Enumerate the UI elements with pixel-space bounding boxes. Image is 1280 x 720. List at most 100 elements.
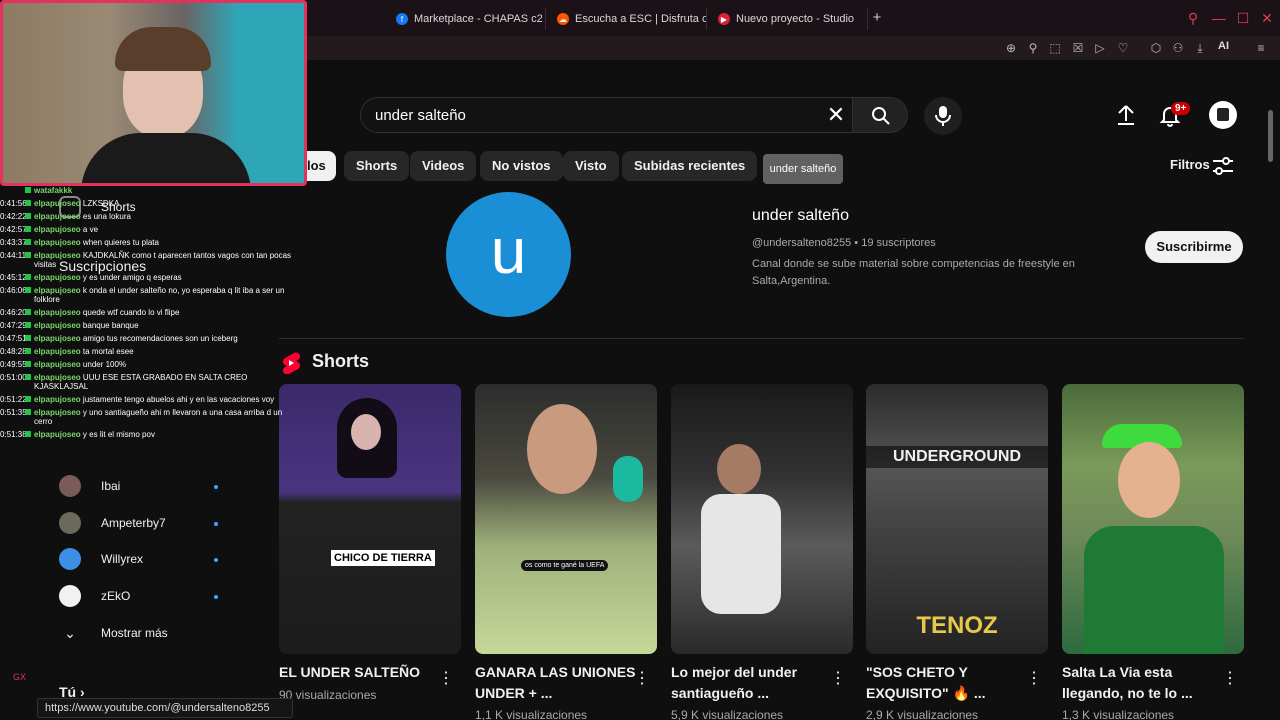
chat-text: justamente tengo abuelos ahi y en las va… xyxy=(82,395,275,404)
chat-username[interactable]: elpapujoseo xyxy=(34,360,81,369)
chat-username[interactable]: elpapujoseo xyxy=(34,395,81,404)
chat-username[interactable]: elpapujoseo xyxy=(34,373,81,382)
new-content-dot xyxy=(214,595,218,599)
zoom-icon[interactable]: ⊕ xyxy=(1003,40,1019,56)
tab-marketplace[interactable]: f Marketplace - CHAPAS c2 xyxy=(388,8,546,30)
short-title-2[interactable]: GANARA LAS UNIONES UNDER + ... xyxy=(475,662,640,704)
chat-username[interactable]: elpapujoseo xyxy=(34,225,81,234)
filters-button[interactable]: Filtros xyxy=(1170,157,1210,172)
chip-shorts[interactable]: Shorts xyxy=(344,151,410,181)
chat-username[interactable]: elpapujoseo xyxy=(34,273,81,282)
chat-body: elpapujoseo LZKSDKA xyxy=(34,199,119,208)
play-icon[interactable]: ▷ xyxy=(1092,40,1108,56)
search-button[interactable] xyxy=(852,97,908,133)
chat-body: elpapujoseo justamente tengo abuelos ahi… xyxy=(34,395,274,404)
chat-username[interactable]: elpapujoseo xyxy=(34,199,81,208)
voice-search-button[interactable] xyxy=(924,97,962,135)
ai-button[interactable]: AI xyxy=(1218,40,1229,52)
subscriber-badge-icon xyxy=(25,348,31,354)
chat-text: a ve xyxy=(82,225,99,234)
chat-message: 0:42:57 elpapujoseo a ve xyxy=(0,225,300,234)
tab-studio[interactable]: ▶ Nuevo proyecto - Studio xyxy=(710,8,868,30)
chat-message: 0:41:56 elpapujoseo LZKSDKA xyxy=(0,199,300,208)
chat-timestamp: 0:47:29 xyxy=(0,321,27,330)
chat-body: elpapujoseo banque banque xyxy=(34,321,139,330)
search-input[interactable]: under salteño xyxy=(360,97,862,133)
chat-body: elpapujoseo UUU ESE ESTA GRABADO EN SALT… xyxy=(34,373,300,391)
chat-username[interactable]: elpapujoseo xyxy=(34,408,81,417)
more-options-icon[interactable]: ⋮ xyxy=(1026,670,1042,688)
short-title-4[interactable]: "SOS CHETO Y EXQUISITO" 🔥 ... xyxy=(866,662,1031,704)
chip-recent[interactable]: Subidas recientes xyxy=(622,151,758,181)
subscriber-badge-icon xyxy=(25,396,31,402)
chat-message: 0:47:29 elpapujoseo banque banque xyxy=(0,321,300,330)
gx-label: GX xyxy=(13,672,27,682)
chat-message: 0:49:55 elpapujoseo under 100% xyxy=(0,360,300,369)
thumb-caption: UNDERGROUND xyxy=(866,446,1048,468)
short-title-1[interactable]: EL UNDER SALTEÑO xyxy=(279,662,444,683)
chat-timestamp: 0:43:37 xyxy=(0,238,27,247)
upload-icon[interactable] xyxy=(1114,103,1138,127)
chip-unwatched[interactable]: No vistos xyxy=(480,151,563,181)
pin-icon[interactable]: ⚲ xyxy=(1025,40,1041,56)
chat-body: elpapujoseo y es lit el mismo pov xyxy=(34,430,155,439)
snapshot-icon[interactable]: ⬚ xyxy=(1047,40,1063,56)
more-options-icon[interactable]: ⋮ xyxy=(634,670,650,688)
shield-icon[interactable]: ☒ xyxy=(1070,40,1086,56)
new-tab-icon[interactable]: + xyxy=(868,9,886,27)
tab-soundcloud[interactable]: ☁ Escucha a ESC | Disfruta c xyxy=(549,8,707,30)
maximize-icon[interactable]: ☐ xyxy=(1234,9,1252,27)
short-thumbnail-4[interactable]: UNDERGROUND TENOZ xyxy=(866,384,1048,654)
short-thumbnail-2[interactable]: os como te gané la UEFA xyxy=(475,384,657,654)
more-options-icon[interactable]: ⋮ xyxy=(830,670,846,688)
menu-icon[interactable]: ≡ xyxy=(1253,40,1269,56)
chat-username[interactable]: elpapujoseo xyxy=(34,308,81,317)
short-thumbnail-3[interactable] xyxy=(671,384,853,654)
chat-username[interactable]: elpapujoseo xyxy=(34,238,81,247)
channel-description: Canal donde se sube material sobre compe… xyxy=(752,258,1075,287)
chat-username[interactable]: elpapujoseo xyxy=(34,347,81,356)
tab-label: Nuevo proyecto - Studio xyxy=(736,13,855,25)
download-icon[interactable]: ⤓ xyxy=(1192,40,1208,56)
chat-username[interactable]: elpapujoseo xyxy=(34,286,81,295)
chat-timestamp: 0:45:12 xyxy=(0,273,27,282)
chip-videos[interactable]: Videos xyxy=(410,151,477,181)
chat-body: elpapujoseo es una lokura xyxy=(34,212,131,221)
chat-username[interactable]: elpapujoseo xyxy=(34,334,81,343)
chat-text: ta mortal esee xyxy=(82,347,134,356)
sidebar-item-willyrex[interactable]: Willyrex xyxy=(59,547,143,571)
sidebar-item-label: Willyrex xyxy=(101,552,143,566)
channel-name[interactable]: under salteño xyxy=(752,207,849,225)
chat-message: 0:44:11 elpapujoseo KAJDKALÑK como t apar… xyxy=(0,251,300,269)
search-tabs-icon[interactable]: ⚲ xyxy=(1184,9,1202,27)
more-options-icon[interactable]: ⋮ xyxy=(1222,670,1238,688)
close-window-icon[interactable]: ✕ xyxy=(1258,9,1276,27)
clear-search-icon[interactable]: ✕ xyxy=(824,103,848,127)
chat-username[interactable]: watafakkk xyxy=(34,186,72,195)
heart-icon[interactable]: ♡ xyxy=(1115,40,1131,56)
short-thumbnail-5[interactable] xyxy=(1062,384,1244,654)
extensions-icon[interactable]: ⬡ xyxy=(1148,40,1164,56)
sidebar-show-more[interactable]: ⌄ Mostrar más xyxy=(59,621,168,645)
minimize-icon[interactable]: — xyxy=(1210,9,1228,27)
subscribe-button[interactable]: Suscribirme xyxy=(1145,231,1243,263)
chat-message: 0:51:22 elpapujoseo justamente tengo abue… xyxy=(0,395,300,404)
channel-avatar[interactable]: u xyxy=(446,192,571,317)
profile-icon[interactable]: ⚇ xyxy=(1170,40,1186,56)
chat-username[interactable]: elpapujoseo xyxy=(34,430,81,439)
short-title-3[interactable]: Lo mejor del under santiagueño ... xyxy=(671,662,836,704)
chat-username[interactable]: elpapujoseo xyxy=(34,321,81,330)
short-title-5[interactable]: Salta La Via esta llegando, no te lo ... xyxy=(1062,662,1227,704)
account-avatar[interactable] xyxy=(1209,101,1237,129)
chat-username[interactable]: elpapujoseo xyxy=(34,212,81,221)
chip-watched[interactable]: Visto xyxy=(563,151,619,181)
filters-icon[interactable] xyxy=(1212,156,1234,176)
more-options-icon[interactable]: ⋮ xyxy=(438,670,454,688)
subscriber-badge-icon xyxy=(25,361,31,367)
chat-username[interactable]: elpapujoseo xyxy=(34,251,81,260)
notification-badge: 9+ xyxy=(1171,102,1191,115)
sidebar-item-ampeterby7[interactable]: Ampeterby7 xyxy=(59,511,166,535)
short-thumbnail-1[interactable]: CHICO DE TIERRA xyxy=(279,384,461,654)
sidebar-item-zeko[interactable]: zEkO xyxy=(59,584,130,608)
scrollbar[interactable] xyxy=(1268,110,1273,162)
